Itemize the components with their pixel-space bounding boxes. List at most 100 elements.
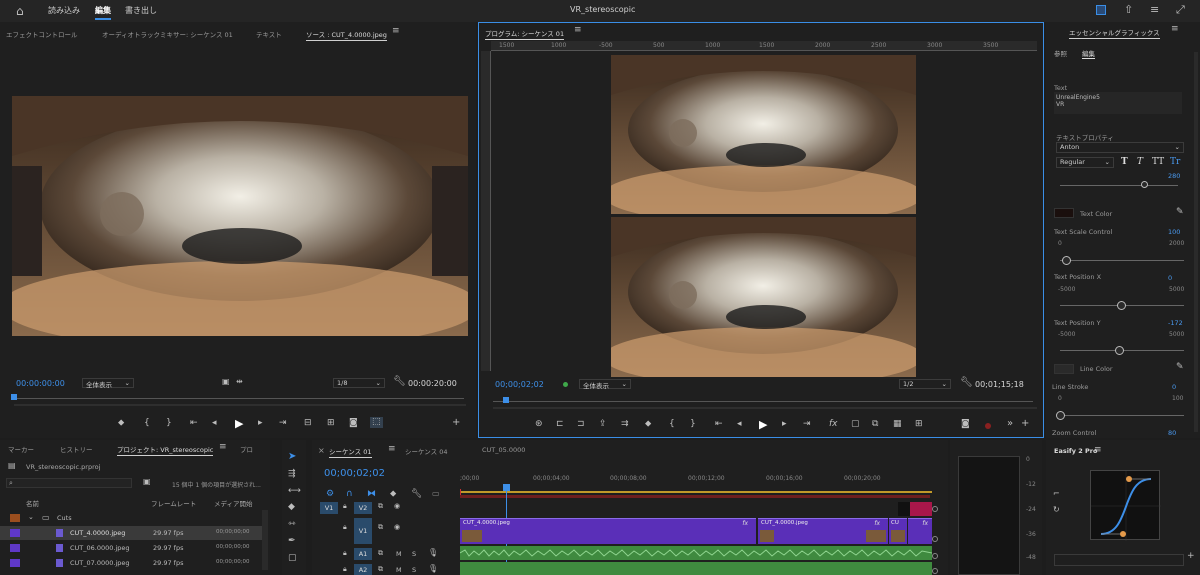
small-caps-button[interactable]: Tr <box>1170 157 1180 167</box>
play-icon[interactable]: ▶ <box>235 418 243 429</box>
wrench-icon[interactable]: 🔧︎ <box>960 378 973 388</box>
list-item[interactable]: CUT_4.0000.jpeg 29.97 fps 00;00;00;00 <box>0 526 262 540</box>
folder-row[interactable]: ⌄ ▭ Cuts <box>0 511 262 525</box>
nest-icon[interactable]: ⚙ <box>326 490 334 499</box>
step-back-icon[interactable]: ◂ <box>737 420 742 429</box>
more-icon[interactable]: » <box>1007 419 1013 429</box>
position-y-value[interactable]: -172 <box>1168 319 1183 327</box>
font-style-select[interactable]: Regular ⌄ <box>1056 157 1114 168</box>
tab-project-2[interactable]: プロ <box>240 444 253 454</box>
solo-button[interactable]: S <box>412 550 416 558</box>
track-v1[interactable]: V1 <box>354 518 372 544</box>
menu-lines-icon[interactable]: ≡ <box>1150 4 1159 15</box>
eyedropper-icon[interactable]: ✎ <box>1176 363 1184 372</box>
panel-scrollbar[interactable] <box>1194 52 1198 432</box>
snap-icon[interactable]: ∩ <box>346 490 353 499</box>
panel-menu-icon[interactable]: ≡ <box>219 443 227 452</box>
share-icon[interactable]: ⇧ <box>1124 4 1133 15</box>
add-marker-icon[interactable]: ⬥ <box>118 419 124 428</box>
tab-history[interactable]: ヒストリー <box>60 444 93 454</box>
fx-icon[interactable]: fx <box>829 420 838 429</box>
menu-edit[interactable]: 編集 <box>95 5 111 20</box>
close-icon[interactable]: × <box>318 446 325 455</box>
record-icon[interactable] <box>985 423 991 429</box>
panel-menu-icon[interactable]: ≡ <box>392 27 400 36</box>
mute-button[interactable]: M <box>396 566 402 574</box>
panel-menu-icon[interactable]: ≡ <box>574 26 582 35</box>
panel-menu-icon[interactable]: ≡ <box>388 445 396 454</box>
eyedropper-icon[interactable]: ✎ <box>1176 208 1184 217</box>
sync-lock-icon[interactable]: ⧉ <box>378 566 383 573</box>
list-item[interactable]: CUT_06.0000.jpeg 29.97 fps 00;00;00;00 <box>0 541 262 555</box>
overlay-icon[interactable]: ▦ <box>893 420 902 429</box>
timeline-timecode[interactable]: 00;00;02;02 <box>324 468 385 479</box>
position-x-value[interactable]: 0 <box>1168 274 1172 282</box>
faux-italic-button[interactable]: T <box>1137 157 1143 167</box>
all-caps-button[interactable]: TT <box>1152 157 1164 167</box>
v2-clip-red[interactable] <box>910 502 932 516</box>
font-size-knob[interactable] <box>1141 181 1148 188</box>
list-item[interactable]: CUT_07.0000.jpeg 29.97 fps 00;00;00;00 <box>0 556 262 570</box>
new-bin-icon[interactable]: ▣ <box>143 478 151 486</box>
scale-slider[interactable] <box>1060 260 1184 261</box>
ripple-edit-icon[interactable]: ⟷ <box>288 487 301 496</box>
v1-clip[interactable]: CUT_4.0000.jpeg fx <box>758 518 888 544</box>
razor-icon[interactable]: ◆ <box>288 503 295 512</box>
col-media-start[interactable]: メディア開始 <box>214 498 253 508</box>
tab-sequence-04[interactable]: シーケンス 04 <box>405 446 448 456</box>
fullscreen-icon[interactable]: ⤢ <box>1176 4 1185 15</box>
tab-sequence-01[interactable]: シーケンス 01 <box>329 446 372 458</box>
slip-icon[interactable]: ⇿ <box>288 520 296 529</box>
col-name[interactable]: 名前 <box>6 498 39 508</box>
lock-icon[interactable]: 🔒︎ <box>343 566 347 573</box>
lock-icon[interactable]: 🔒︎ <box>343 550 347 557</box>
program-resolution-select[interactable]: 1/2 ⌄ <box>899 379 951 389</box>
source-zoom-select[interactable]: 全体表示 ⌄ <box>82 378 134 389</box>
sync-lock-icon[interactable]: ⧉ <box>378 550 383 557</box>
workspace-icon[interactable] <box>1096 5 1106 15</box>
position-x-knob[interactable] <box>1117 301 1126 310</box>
insert-clip-icon[interactable]: ⊟ <box>304 419 312 428</box>
program-timecode[interactable]: 00;00;02;02 <box>495 380 544 389</box>
chevron-down-icon[interactable]: ⌄ <box>28 513 34 521</box>
font-select[interactable]: Anton ⌄ <box>1056 142 1184 153</box>
rectangle-icon[interactable]: ▢ <box>288 554 297 563</box>
go-to-out-icon[interactable]: ⇥ <box>279 419 287 428</box>
solo-button[interactable]: S <box>412 566 416 574</box>
lift-icon[interactable]: ⊏ <box>556 420 564 429</box>
selection-tool-icon[interactable]: ➤ <box>288 452 296 462</box>
vr-settings-icon[interactable]: ⊛ <box>535 420 543 429</box>
go-to-marker-icon[interactable]: ⇉ <box>621 420 629 429</box>
line-stroke-slider[interactable] <box>1060 415 1184 416</box>
go-to-in-icon[interactable]: ⇤ <box>715 420 723 429</box>
line-stroke-knob[interactable] <box>1056 411 1065 420</box>
tab-project[interactable]: プロジェクト: VR_stereoscopic <box>117 444 214 456</box>
scale-knob[interactable] <box>1062 256 1071 265</box>
sync-lock-icon[interactable]: ⧉ <box>378 524 383 531</box>
program-zoom-select[interactable]: 全体表示 ⌄ <box>579 379 631 390</box>
track-a1[interactable]: A1 <box>354 548 372 560</box>
vr-icon[interactable]: ⬚ <box>370 417 383 428</box>
program-playhead[interactable] <box>503 397 509 403</box>
source-playhead[interactable] <box>11 394 17 400</box>
time-ruler[interactable]: ;00;00 00;00;04;00 00;00;08;00 00;00;12;… <box>460 470 932 498</box>
tab-edit[interactable]: 編集 <box>1082 48 1095 59</box>
font-size-slider[interactable] <box>1060 185 1178 186</box>
v1-clip[interactable]: fx <box>908 518 932 544</box>
easing-curve-editor[interactable] <box>1090 470 1161 541</box>
camera-icon[interactable]: ◙ <box>961 420 970 429</box>
go-to-in-icon[interactable]: ⇤ <box>190 419 198 428</box>
tab-browse[interactable]: 参照 <box>1054 48 1067 58</box>
overwrite-icon[interactable]: ⊞ <box>327 419 335 428</box>
project-scrollbar[interactable] <box>262 510 268 570</box>
step-back-icon[interactable]: ◂ <box>212 419 217 428</box>
sync-lock-icon[interactable]: ⧉ <box>378 503 383 510</box>
pen-icon[interactable]: ✒ <box>288 537 296 546</box>
line-stroke-value[interactable]: 0 <box>1172 383 1176 391</box>
lock-icon[interactable]: 🔒︎ <box>343 524 347 531</box>
work-area-bar[interactable] <box>460 491 932 493</box>
mute-button[interactable]: M <box>396 550 402 558</box>
scale-value[interactable]: 100 <box>1168 228 1180 236</box>
tab-effect-controls[interactable]: エフェクトコントロール <box>6 29 78 39</box>
panel-menu-icon[interactable]: ≡ <box>1094 446 1102 455</box>
